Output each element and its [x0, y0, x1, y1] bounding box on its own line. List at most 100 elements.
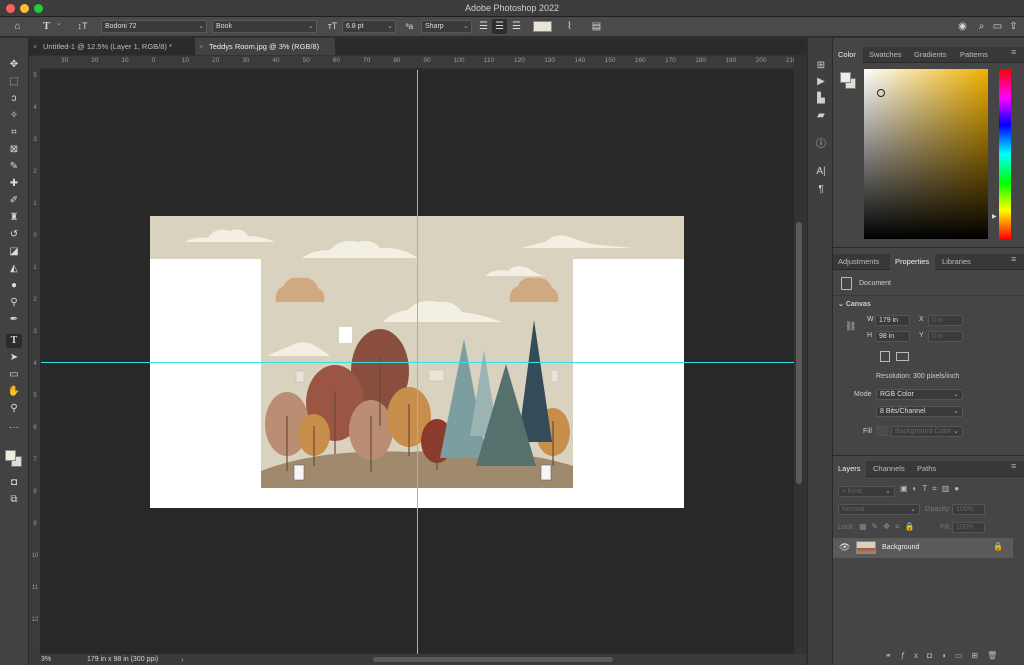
lock-icons[interactable]: ▦✎✥⌗🔒 — [859, 522, 919, 532]
panel-menu-icon[interactable]: ≡ — [1011, 461, 1016, 471]
layers-footer-icons[interactable]: ⚭ƒx◘◑▭⊞🗑 — [885, 651, 1006, 660]
eraser-tool-icon[interactable]: ◪ — [6, 245, 22, 259]
hand-tool-icon[interactable]: ✋ — [6, 385, 22, 399]
tab-gradients[interactable]: Gradients — [909, 47, 955, 63]
tab-libraries[interactable]: Libraries — [937, 254, 979, 270]
workspace-icon[interactable]: ▭ — [990, 19, 1005, 34]
paragraph-icon[interactable]: ¶ — [814, 183, 828, 197]
opacity-input[interactable]: 100% — [952, 504, 985, 515]
align-right-icon[interactable]: ☰ — [509, 19, 524, 34]
blur-tool-icon[interactable]: ● — [6, 279, 22, 293]
lasso-tool-icon[interactable]: ↄ — [6, 92, 22, 106]
screen-mode-icon[interactable]: ⧉ — [6, 493, 22, 507]
align-center-icon[interactable]: ☰ — [492, 19, 507, 34]
guide-horizontal[interactable] — [41, 362, 794, 363]
font-size-select[interactable]: 6.8 pt ⌄ — [342, 20, 396, 33]
history-brush-tool-icon[interactable]: ↺ — [6, 228, 22, 242]
panel-menu-icon[interactable]: ≡ — [1011, 47, 1016, 57]
character-panel-icon[interactable]: ▤ — [589, 19, 604, 34]
zoom-level[interactable]: 3% — [41, 654, 51, 665]
bit-depth-select[interactable]: 8 Bits/Channel ⌄ — [876, 406, 963, 417]
fill-opacity-input[interactable]: 100% — [952, 522, 985, 533]
height-input[interactable]: 98 in — [875, 331, 910, 342]
plugins-icon[interactable]: ▙ — [814, 92, 828, 106]
text-color-swatch[interactable] — [533, 21, 552, 32]
path-selection-tool-icon[interactable]: ➤ — [6, 351, 22, 365]
color-picker-cursor[interactable] — [877, 89, 885, 97]
type-tool-icon[interactable]: T — [6, 334, 22, 348]
horizontal-scroll-thumb[interactable] — [373, 657, 613, 662]
pen-tool-icon[interactable]: ✒ — [6, 313, 22, 327]
tab-channels[interactable]: Channels — [868, 461, 910, 477]
document-info[interactable]: 179 in x 98 in (300 ppi) — [87, 654, 158, 665]
landscape-orientation-icon[interactable] — [896, 352, 909, 361]
blend-mode-select[interactable]: Normal ⌄ — [838, 504, 920, 515]
ruler-horizontal[interactable]: 30 20 10 0 10 20 30 40 50 60 70 80 90 100 110 120 130 140… — [41, 56, 797, 69]
actions-play-icon[interactable]: ▶ — [814, 75, 828, 89]
tab-patterns[interactable]: Patterns — [955, 47, 996, 63]
frame-tool-icon[interactable]: ⊠ — [6, 143, 22, 157]
chevron-right-icon[interactable]: › — [181, 654, 184, 665]
layer-name[interactable]: Background — [882, 544, 919, 551]
foreground-color-swatch[interactable] — [840, 72, 851, 83]
tab-untitled-1[interactable]: × Untitled-1 @ 12.5% (Layer 1, RGB/8) * — [29, 38, 192, 55]
tab-properties[interactable]: Properties — [890, 254, 935, 270]
layer-row[interactable]: 👁 Background 🔒 — [833, 538, 1013, 558]
eyedropper-tool-icon[interactable]: ✎ — [6, 160, 22, 174]
healing-brush-tool-icon[interactable]: ✚ — [6, 177, 22, 191]
text-orientation-icon[interactable]: ↕T — [75, 19, 90, 34]
vertical-scroll-thumb[interactable] — [796, 222, 802, 484]
canvas-section-toggle[interactable]: ⌄ Canvas — [838, 300, 871, 308]
more-tools-icon[interactable]: ··· — [6, 421, 22, 435]
eye-icon[interactable]: 👁 — [839, 542, 850, 553]
chevron-down-icon[interactable]: ⌄ — [56, 19, 62, 27]
align-left-icon[interactable]: ☰ — [476, 19, 491, 34]
close-tab-icon[interactable]: × — [199, 38, 203, 55]
zoom-tool-icon[interactable]: ⚲ — [6, 402, 22, 416]
marquee-tool-icon[interactable]: ⬚ — [6, 75, 22, 89]
ruler-vertical[interactable]: 5 4 3 2 1 0 1 2 3 4 5 6 7 8 9 10 11 12 — [29, 69, 41, 654]
mode-select[interactable]: RGB Color ⌄ — [876, 389, 963, 400]
magic-wand-tool-icon[interactable]: ✧ — [6, 109, 22, 123]
tab-paths[interactable]: Paths — [912, 461, 942, 477]
search-icon[interactable]: ⌕ — [974, 19, 989, 34]
close-window-button[interactable] — [6, 4, 15, 13]
type-tool-preset-icon[interactable]: T — [39, 19, 54, 34]
tab-swatches[interactable]: Swatches — [864, 47, 909, 63]
color-field[interactable] — [864, 69, 988, 239]
hue-slider-handle[interactable]: ▶ — [992, 213, 997, 220]
font-style-select[interactable]: Book ⌄ — [212, 20, 317, 33]
dodge-tool-icon[interactable]: ⚲ — [6, 296, 22, 310]
close-tab-icon[interactable]: × — [33, 38, 37, 55]
warp-text-icon[interactable]: ⌇ — [562, 19, 577, 34]
tab-adjustments[interactable]: Adjustments — [833, 254, 889, 270]
antialias-select[interactable]: Sharp ⌄ — [421, 20, 472, 33]
portrait-orientation-icon[interactable] — [880, 351, 890, 362]
tab-color[interactable]: Color — [833, 47, 863, 63]
history-icon[interactable]: ⊞ — [814, 59, 828, 73]
panel-menu-icon[interactable]: ≡ — [1011, 254, 1016, 264]
rectangle-tool-icon[interactable]: ▭ — [6, 368, 22, 382]
fill-select[interactable]: Background Color ⌄ — [891, 426, 963, 437]
layer-filter-kind-select[interactable]: ⌕ Kind ⌄ — [838, 486, 895, 497]
tab-teddys-room[interactable]: × Teddys Room.jpg @ 3% (RGB/8) — [195, 38, 335, 55]
y-input[interactable]: 0 in — [928, 331, 963, 342]
home-icon[interactable]: ⌂ — [10, 19, 25, 34]
hue-slider[interactable] — [999, 69, 1011, 239]
x-input[interactable]: 0 in — [928, 315, 963, 326]
clone-stamp-tool-icon[interactable]: ♜ — [6, 211, 22, 225]
lock-icon[interactable]: 🔒 — [993, 542, 1003, 551]
paint-bucket-tool-icon[interactable]: ◭ — [6, 262, 22, 276]
foreground-color-swatch[interactable] — [5, 450, 16, 461]
brush-tool-icon[interactable]: ✐ — [6, 194, 22, 208]
minimize-window-button[interactable] — [20, 4, 29, 13]
tab-layers[interactable]: Layers — [833, 461, 866, 477]
link-dimensions-icon[interactable]: ⛓ — [845, 321, 856, 332]
move-tool-icon[interactable]: ✥ — [6, 58, 22, 72]
width-input[interactable]: 179 in — [875, 315, 910, 326]
ruler-corner[interactable] — [29, 56, 41, 69]
character-icon[interactable]: A| — [814, 165, 828, 179]
zoom-window-button[interactable] — [34, 4, 43, 13]
share-icon[interactable]: ⇪ — [1006, 19, 1021, 34]
info-icon[interactable]: ⓘ — [814, 138, 828, 152]
